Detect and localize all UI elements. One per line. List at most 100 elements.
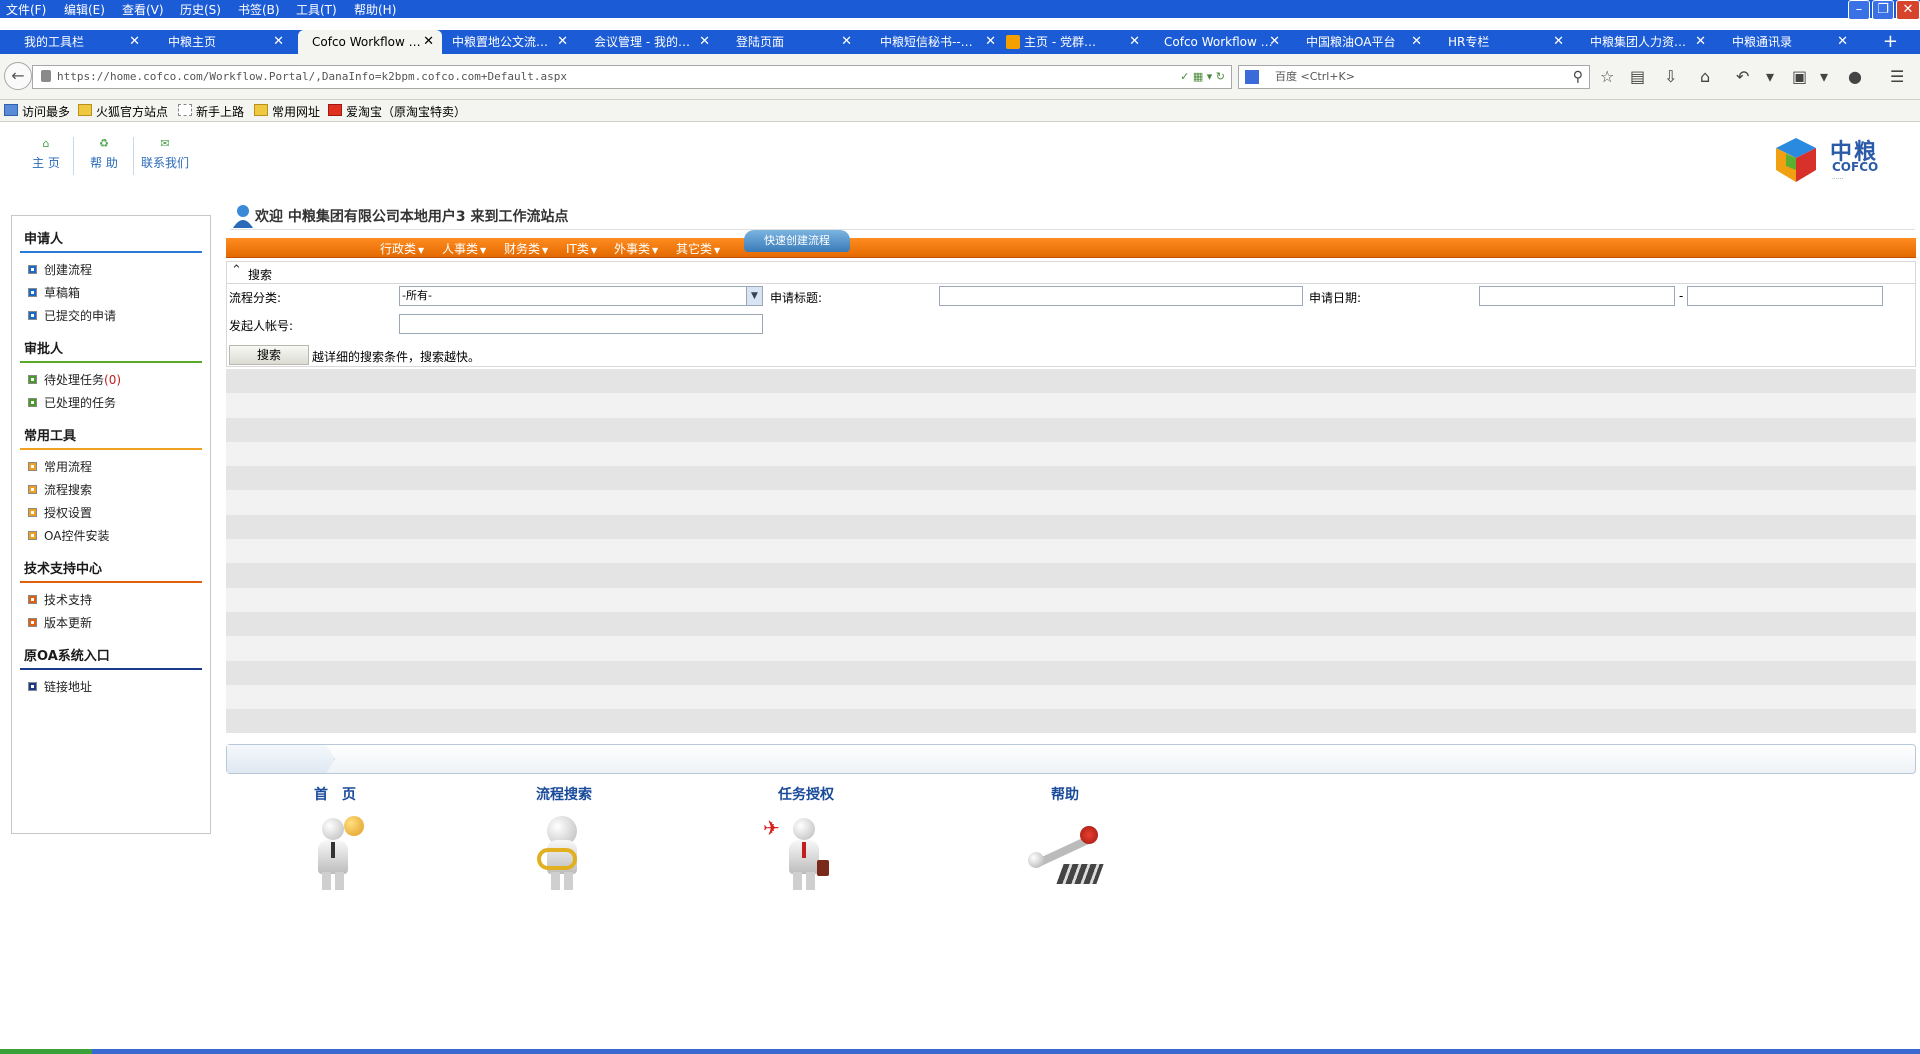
divider xyxy=(20,361,202,363)
category-foreign[interactable]: 外事类 ▼ xyxy=(614,240,658,257)
quick-link-home[interactable]: 首 页 xyxy=(300,784,370,890)
close-tab-icon[interactable]: ✕ xyxy=(1269,30,1280,54)
date-from-input[interactable] xyxy=(1479,286,1675,306)
welcome-text: 欢迎 中粮集团有限公司本地用户3 来到工作流站点 xyxy=(255,209,569,225)
subject-input[interactable] xyxy=(939,286,1303,306)
category-other[interactable]: 其它类 ▼ xyxy=(676,240,720,257)
nav-help[interactable]: ♻ 帮 助 xyxy=(84,137,124,171)
close-window-icon[interactable]: ✕ xyxy=(1896,0,1920,20)
search-icon[interactable]: ⚲ xyxy=(1573,66,1583,88)
gear-person-icon xyxy=(1020,812,1110,890)
category-select[interactable]: -所有- ▼ xyxy=(399,286,763,306)
category-admin[interactable]: 行政类 ▼ xyxy=(380,240,424,257)
close-tab-icon[interactable]: ✕ xyxy=(1411,30,1422,54)
menu-edit[interactable]: 编辑(E) xyxy=(64,1,105,18)
undo-icon[interactable]: ↶ xyxy=(1736,67,1749,86)
search-button[interactable]: 搜索 xyxy=(229,345,309,365)
quick-create-button[interactable]: 快速创建流程 xyxy=(744,230,850,252)
tab[interactable]: 中粮集团人力资… ✕ xyxy=(1566,30,1714,54)
tab-label: 登陆页面 xyxy=(736,35,785,49)
sidebar-item-delegation[interactable]: 授权设置 xyxy=(20,502,202,525)
tab-active[interactable]: Cofco Workflow … ✕ xyxy=(298,30,442,54)
close-tab-icon[interactable]: ✕ xyxy=(1695,30,1706,54)
quick-link-task-delegation[interactable]: 任务授权 ✈ xyxy=(763,784,846,890)
sidebar-item-drafts[interactable]: 草稿箱 xyxy=(20,282,202,305)
bullet-icon xyxy=(28,618,37,627)
initiator-input[interactable] xyxy=(399,314,763,334)
close-tab-icon[interactable]: ✕ xyxy=(985,30,996,54)
bookmark-item[interactable]: 火狐官方站点 xyxy=(78,103,168,120)
bookmark-item[interactable]: 常用网址 xyxy=(254,103,320,120)
search-panel-header[interactable]: ⌃ 搜索 xyxy=(226,261,1916,283)
menu-file[interactable]: 文件(F) xyxy=(6,1,46,18)
tab[interactable]: 中粮主页 ✕ xyxy=(144,30,292,54)
menu-help[interactable]: 帮助(H) xyxy=(354,1,396,18)
sidebar-item-handled-tasks[interactable]: 已处理的任务 xyxy=(20,392,202,415)
restore-icon[interactable]: ❐ xyxy=(1872,0,1894,20)
tab[interactable]: 中国粮油OA平台 ✕ xyxy=(1282,30,1430,54)
tab[interactable]: 主页 - 党群… ✕ xyxy=(1000,30,1148,54)
download-icon[interactable]: ⇩ xyxy=(1664,67,1677,86)
search-bar[interactable]: 百度 <Ctrl+K> ⚲ xyxy=(1238,65,1590,89)
sidebar-item-tech-support[interactable]: 技术支持 xyxy=(20,589,202,612)
sidebar-item-oa-control[interactable]: OA控件安装 xyxy=(20,525,202,548)
reload-icon[interactable]: ✓ ▦ ▾ ↻ xyxy=(1180,66,1225,88)
chevron-down-icon[interactable]: ▾ xyxy=(1820,67,1828,86)
tab[interactable]: 中粮置地公文流… ✕ xyxy=(428,30,576,54)
close-tab-icon[interactable]: ✕ xyxy=(557,30,568,54)
tab[interactable]: 中粮通讯录 ✕ xyxy=(1708,30,1856,54)
close-tab-icon[interactable]: ✕ xyxy=(273,30,284,54)
url-bar[interactable]: https://home.cofco.com/Workflow.Portal/,… xyxy=(32,65,1232,89)
category-finance[interactable]: 财务类 ▼ xyxy=(504,240,548,257)
collapse-chevron-icon[interactable]: ⌃ xyxy=(231,263,242,278)
bookmark-item[interactable]: 爱淘宝（原淘宝特卖） xyxy=(328,103,466,120)
bookmark-item[interactable]: 访问最多 xyxy=(4,103,70,120)
menu-tools[interactable]: 工具(T) xyxy=(296,1,337,18)
crop-icon[interactable]: ▣ xyxy=(1792,67,1807,86)
back-arrow-icon[interactable]: ← xyxy=(4,62,32,90)
close-tab-icon[interactable]: ✕ xyxy=(129,30,140,54)
sidebar-item-flow-search[interactable]: 流程搜索 xyxy=(20,479,202,502)
chat-icon[interactable]: ● xyxy=(1848,67,1862,86)
chevron-down-icon[interactable]: ▾ xyxy=(1766,67,1774,86)
sidebar-item-create-flow[interactable]: 创建流程 xyxy=(20,259,202,282)
tab[interactable]: Cofco Workflow … ✕ xyxy=(1140,30,1288,54)
tab[interactable]: 我的工具栏 ✕ xyxy=(0,30,148,54)
bookmark-star-icon[interactable]: ☆ xyxy=(1600,67,1614,86)
tab[interactable]: 登陆页面 ✕ xyxy=(712,30,860,54)
sidebar-item-label: 常用流程 xyxy=(44,460,93,474)
close-tab-icon[interactable]: ✕ xyxy=(699,30,710,54)
sidebar-item-link-address[interactable]: 链接地址 xyxy=(20,676,202,699)
menu-bookmarks[interactable]: 书签(B) xyxy=(238,1,280,18)
bookmark-item[interactable]: 新手上路 xyxy=(178,103,244,120)
sidebar-group-title: 技术支持中心 xyxy=(24,562,103,577)
date-to-input[interactable] xyxy=(1687,286,1883,306)
sidebar-item-common-flows[interactable]: 常用流程 xyxy=(20,456,202,479)
home-icon[interactable]: ⌂ xyxy=(1700,67,1710,86)
close-tab-icon[interactable]: ✕ xyxy=(1837,30,1848,54)
quick-link-help[interactable]: 帮助 xyxy=(1020,784,1110,890)
nav-home[interactable]: ⌂ 主 页 xyxy=(26,137,66,171)
new-tab-icon[interactable]: + xyxy=(1883,30,1898,54)
close-tab-icon[interactable]: ✕ xyxy=(1553,30,1564,54)
minimize-icon[interactable]: – xyxy=(1848,0,1870,20)
table-row xyxy=(226,466,1916,491)
sidebar-item-submitted[interactable]: 已提交的申请 xyxy=(20,305,202,328)
tab[interactable]: 会议管理 - 我的… ✕ xyxy=(570,30,718,54)
sidebar-group-tools: 常用工具 常用流程 流程搜索 授权设置 OA控件安装 xyxy=(20,421,202,548)
category-hr[interactable]: 人事类 ▼ xyxy=(442,240,486,257)
search-engine-icon[interactable] xyxy=(1245,70,1259,84)
tab[interactable]: HR专栏 ✕ xyxy=(1424,30,1572,54)
nav-contact[interactable]: ✉ 联系我们 xyxy=(140,137,190,171)
tab[interactable]: 中粮短信秘书--… ✕ xyxy=(856,30,1004,54)
sidebar-item-version-update[interactable]: 版本更新 xyxy=(20,612,202,635)
menu-view[interactable]: 查看(V) xyxy=(122,1,164,18)
quick-link-flow-search[interactable]: 流程搜索 xyxy=(524,784,604,890)
sidebar-item-pending-tasks[interactable]: 待处理任务(0) xyxy=(20,369,202,392)
menu-history[interactable]: 历史(S) xyxy=(180,1,221,18)
hamburger-menu-icon[interactable]: ☰ xyxy=(1890,67,1904,86)
close-tab-icon[interactable]: ✕ xyxy=(841,30,852,54)
close-tab-icon[interactable]: ✕ xyxy=(1129,30,1140,54)
reading-list-icon[interactable]: ▤ xyxy=(1630,67,1645,86)
category-it[interactable]: IT类 ▼ xyxy=(566,240,597,257)
